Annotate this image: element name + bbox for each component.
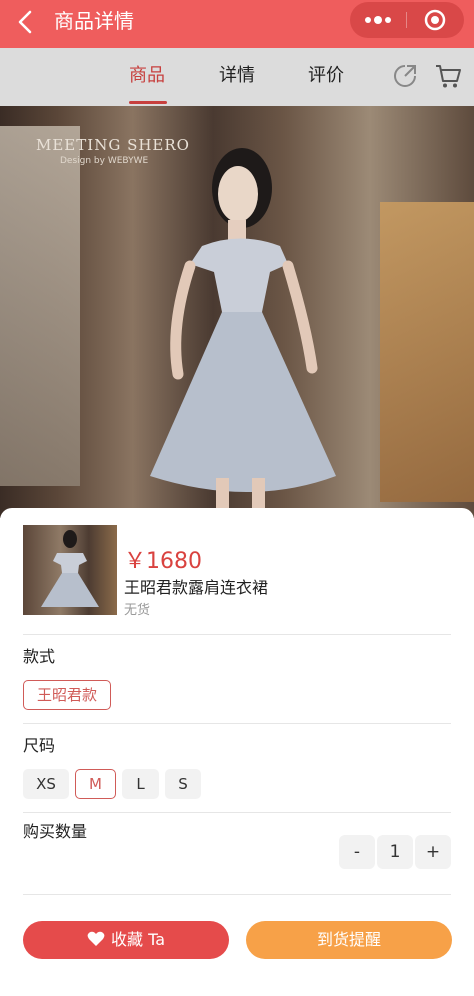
size-option-l[interactable]: L: [122, 769, 159, 799]
quantity-plus-button[interactable]: +: [415, 835, 451, 869]
quantity-label: 购买数量: [23, 822, 88, 841]
cart-icon[interactable]: [434, 62, 462, 90]
size-option-m[interactable]: M: [75, 769, 116, 799]
favorite-button-label: 收藏 Ta: [110, 930, 166, 949]
product-name: 王昭君款露肩连衣裙: [124, 578, 269, 597]
divider: [23, 723, 451, 724]
photo-window-left: [0, 126, 80, 486]
favorite-button[interactable]: 收藏 Ta: [23, 921, 229, 959]
capsule-divider: [406, 12, 407, 28]
divider: [23, 634, 451, 635]
model-figure: [150, 148, 336, 508]
product-photo[interactable]: MEETING SHERO Design by WEBYWE: [0, 106, 474, 518]
page-title: 商品详情: [54, 9, 134, 33]
tab-product[interactable]: 商品: [129, 64, 165, 88]
size-label: 尺码: [23, 736, 56, 755]
product-price: ￥1680: [124, 549, 202, 574]
sku-selection-sheet: ￥1680 王昭君款露肩连衣裙 无货 款式 王昭君款 尺码 XS M L S 购…: [0, 508, 474, 996]
restock-notify-button[interactable]: 到货提醒: [246, 921, 452, 959]
chevron-left-icon[interactable]: [14, 8, 38, 36]
stock-status: 无货: [124, 603, 151, 618]
mini-program-capsule: [350, 2, 464, 38]
heart-icon: [87, 923, 105, 946]
quantity-value[interactable]: 1: [377, 835, 413, 869]
product-thumbnail: [23, 525, 117, 615]
divider: [23, 894, 451, 895]
quantity-minus-button[interactable]: -: [339, 835, 375, 869]
tab-detail[interactable]: 详情: [219, 64, 255, 88]
share-icon[interactable]: [392, 63, 418, 89]
top-nav-bar: 商品详情: [0, 0, 474, 48]
style-label: 款式: [23, 647, 56, 666]
more-dots-icon[interactable]: [350, 2, 406, 38]
product-page-background: 商品 详情 评价 MEETING SHERO Design by WEBYWE: [0, 48, 474, 518]
tab-review[interactable]: 评价: [308, 64, 344, 88]
photo-window-right: [380, 202, 474, 502]
size-option-s[interactable]: S: [165, 769, 201, 799]
size-option-xs[interactable]: XS: [23, 769, 69, 799]
active-tab-indicator: [129, 101, 167, 104]
tab-bar: 商品 详情 评价: [0, 48, 474, 106]
style-option[interactable]: 王昭君款: [23, 680, 111, 710]
divider: [23, 812, 451, 813]
target-close-icon[interactable]: [418, 2, 464, 38]
